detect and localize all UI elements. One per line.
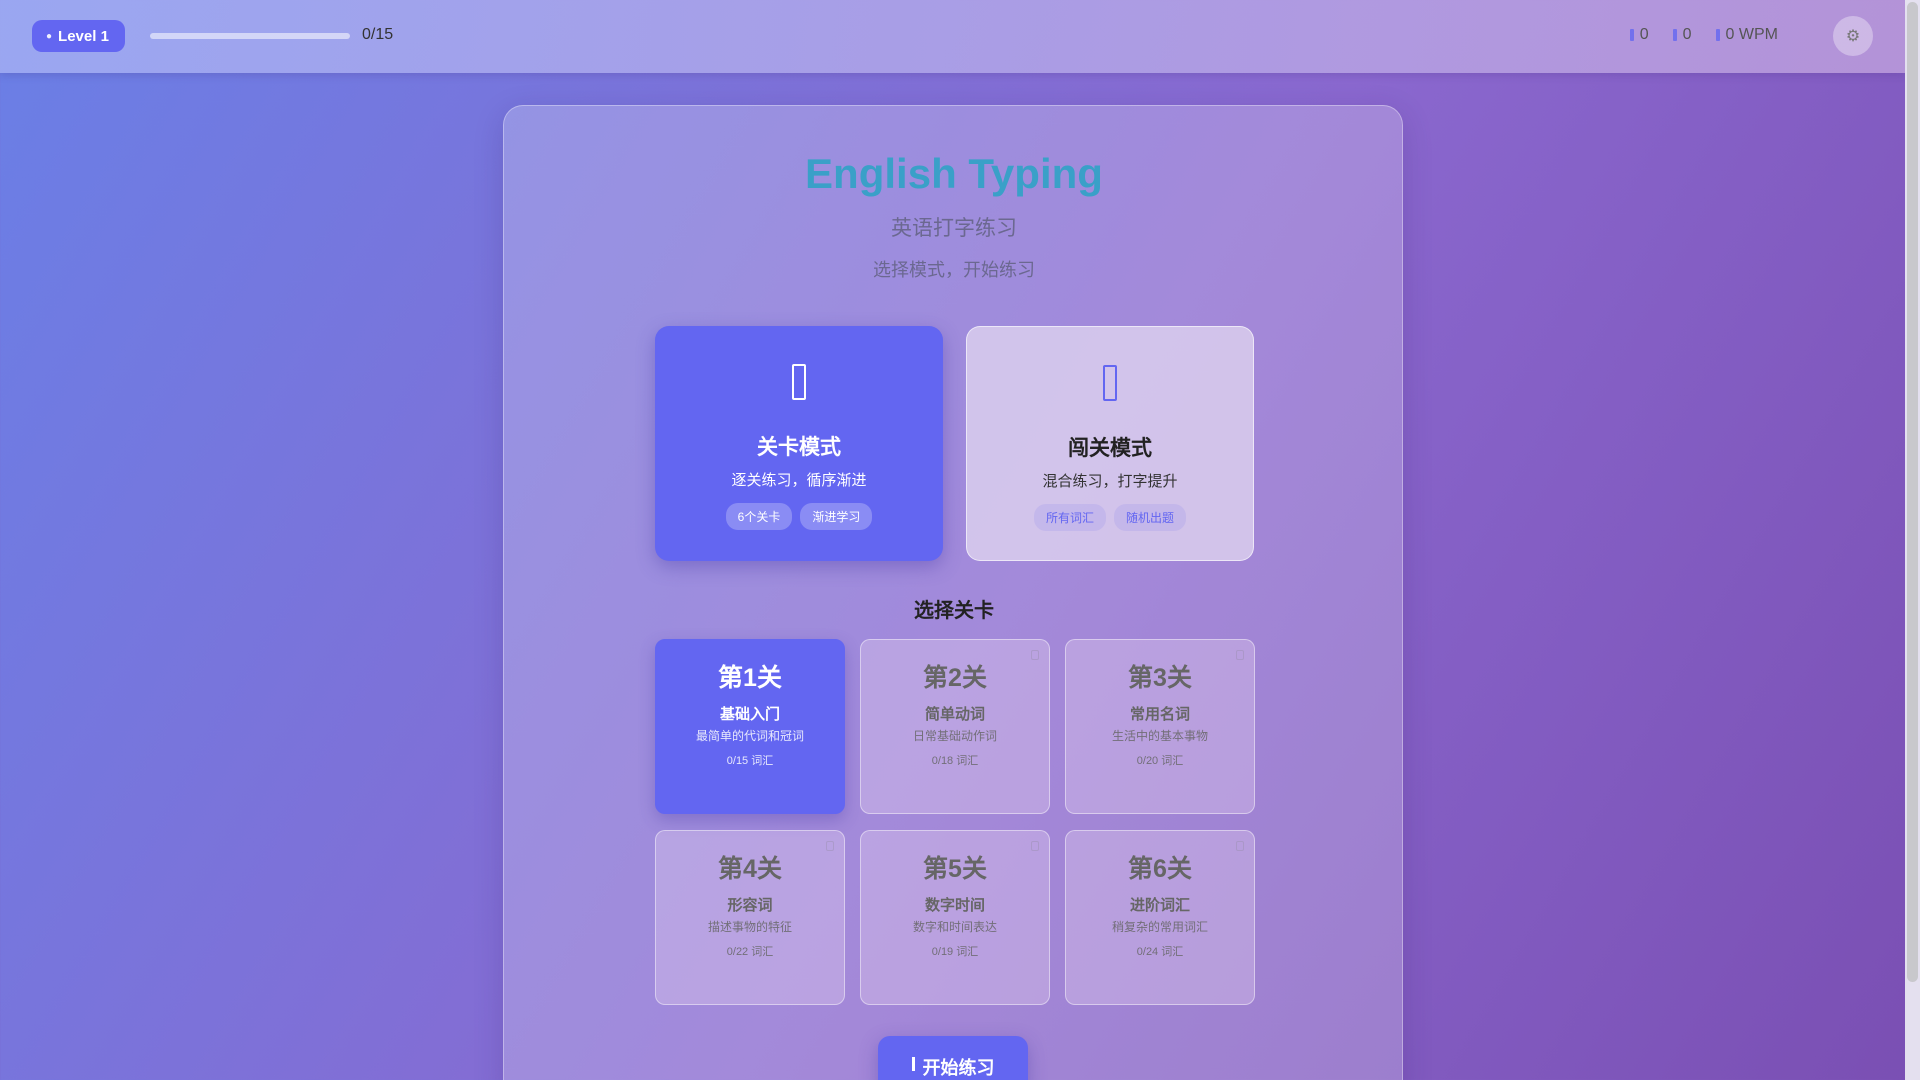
level-icon: ● [46, 30, 53, 42]
level-card-1[interactable]: 第1关 基础入门 最简单的代词和冠词 0/15 词汇 [655, 639, 845, 814]
star-icon [1629, 29, 1634, 41]
stat-streak: 0 [1672, 26, 1692, 44]
level-name: 数字时间 [924, 897, 985, 914]
mode-card-challenge[interactable]: 闯关模式 混合练习，打字提升 所有词汇 随机出题 [966, 326, 1254, 561]
level-card-6[interactable]: 第6关 进阶词汇 稍复杂的常用词汇 0/24 词汇 [1065, 830, 1255, 1005]
scrollbar-thumb[interactable] [1907, 2, 1918, 982]
mode-levels-icon [655, 364, 943, 400]
mode-tags: 6个关卡 渐进学习 [655, 503, 943, 530]
start-practice-label: 开始练习 [922, 1058, 995, 1078]
level-desc: 日常基础动作词 [912, 729, 997, 743]
level-desc: 数字和时间表达 [912, 920, 997, 934]
progress-text: 0/15 [362, 26, 394, 43]
level-number: 第1关 [718, 664, 782, 692]
stat-streak-value: 0 [1682, 26, 1692, 43]
level-badge: ● Level 1 [32, 20, 125, 52]
settings-button[interactable]: ⚙ [1833, 16, 1873, 56]
gear-icon: ⚙ [1845, 28, 1861, 45]
mode-title: 闯关模式 [1068, 437, 1152, 460]
level-number: 第5关 [923, 855, 987, 883]
mode-tag: 所有词汇 [1033, 504, 1106, 531]
mode-hint: 选择模式，开始练习 [873, 260, 1035, 280]
level-desc: 稍复杂的常用词汇 [1111, 920, 1208, 934]
stat-wpm: 0 WPM [1715, 26, 1778, 44]
page-title: English Typing [805, 150, 1103, 197]
level-name: 常用名词 [1129, 706, 1190, 723]
level-count: 0/20 词汇 [1136, 755, 1184, 767]
mode-tag: 渐进学习 [800, 503, 873, 530]
level-desc: 最简单的代词和冠词 [695, 729, 804, 743]
level-card-2[interactable]: 第2关 简单动词 日常基础动作词 0/18 词汇 [860, 639, 1050, 814]
top-bar: ● Level 1 0/15 0 0 0 WPM ⚙ [0, 0, 1905, 73]
stat-score-value: 0 [1639, 26, 1649, 43]
stat-wpm-value: 0 WPM [1725, 26, 1778, 43]
play-icon [911, 1057, 915, 1071]
mode-title: 关卡模式 [757, 436, 841, 459]
mode-desc: 逐关练习，循序渐进 [731, 472, 867, 489]
progress-bar [150, 33, 350, 39]
level-name: 基础入门 [719, 706, 780, 723]
level-badge-label: Level 1 [58, 27, 109, 45]
level-count: 0/15 词汇 [726, 755, 774, 767]
section-title: 选择关卡 [914, 600, 994, 622]
level-count: 0/22 词汇 [726, 946, 774, 958]
level-count: 0/24 词汇 [1136, 946, 1184, 958]
level-desc: 描述事物的特征 [707, 920, 792, 934]
mode-card-levels[interactable]: 关卡模式 逐关练习，循序渐进 6个关卡 渐进学习 [655, 326, 943, 561]
stat-score: 0 [1629, 26, 1649, 44]
level-count: 0/19 词汇 [931, 946, 979, 958]
level-name: 简单动词 [924, 706, 985, 723]
mode-desc: 混合练习，打字提升 [1042, 473, 1178, 490]
page-subtitle: 英语打字练习 [891, 217, 1017, 240]
mode-challenge-icon [967, 365, 1253, 401]
stats-group: 0 0 0 WPM [1629, 26, 1778, 44]
flame-icon [1672, 29, 1677, 41]
main-panel: English Typing 英语打字练习 选择模式，开始练习 关卡模式 逐关练… [503, 105, 1403, 1080]
level-card-3[interactable]: 第3关 常用名词 生活中的基本事物 0/20 词汇 [1065, 639, 1255, 814]
level-number: 第6关 [1128, 855, 1192, 883]
level-number: 第2关 [923, 664, 987, 692]
level-card-4[interactable]: 第4关 形容词 描述事物的特征 0/22 词汇 [655, 830, 845, 1005]
speed-icon [1715, 29, 1720, 41]
level-count: 0/18 词汇 [931, 755, 979, 767]
level-card-5[interactable]: 第5关 数字时间 数字和时间表达 0/19 词汇 [860, 830, 1050, 1005]
level-name: 进阶词汇 [1129, 897, 1190, 914]
page-scrollbar[interactable] [1905, 0, 1920, 1080]
level-name: 形容词 [727, 897, 773, 914]
start-practice-button[interactable]: 开始练习 [878, 1036, 1028, 1080]
mode-tag: 随机出题 [1114, 504, 1187, 531]
level-number: 第3关 [1128, 664, 1192, 692]
level-desc: 生活中的基本事物 [1111, 729, 1208, 743]
mode-tag: 6个关卡 [725, 503, 793, 530]
level-number: 第4关 [718, 855, 782, 883]
mode-tags: 所有词汇 随机出题 [967, 504, 1253, 531]
